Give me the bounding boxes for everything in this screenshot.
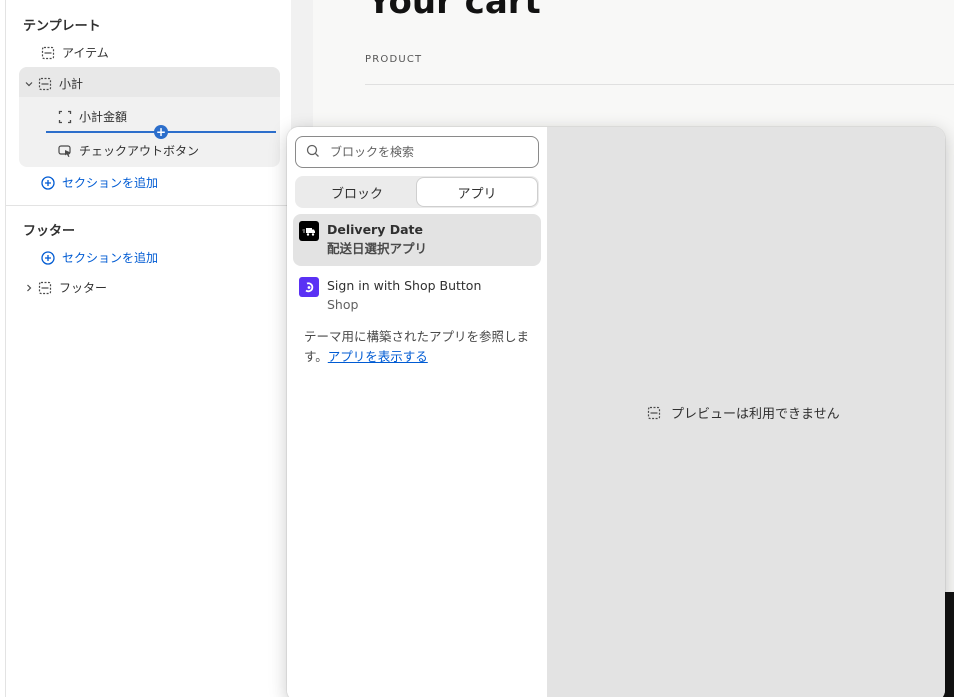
tab-apps[interactable]: アプリ: [417, 178, 537, 206]
chevron-right-icon[interactable]: [24, 281, 34, 295]
add-section-label: セクションを追加: [62, 251, 159, 265]
add-block-popover: ブロック アプリ Delivery Date 配送日選択アプリ Sign in …: [287, 127, 945, 697]
sidebar-item-checkout-button[interactable]: チェックアウトボタン: [58, 142, 199, 159]
block-frame-icon: [58, 110, 72, 124]
sidebar: テンプレート アイテム 小計 小計金額 + チェックアウトボタン セクションを追…: [5, 0, 292, 697]
insert-plus-icon[interactable]: +: [154, 125, 168, 139]
section-block-icon: [41, 46, 55, 60]
sidebar-item-subtotal-amount[interactable]: 小計金額: [58, 108, 127, 125]
app-name: Sign in with Shop Button: [327, 278, 482, 293]
button-cursor-icon: [58, 144, 72, 158]
preview-unavailable-text: プレビューは利用できません: [671, 407, 840, 422]
block-picker-panel: ブロック アプリ Delivery Date 配送日選択アプリ Sign in …: [287, 127, 547, 697]
add-section-button[interactable]: セクションを追加: [41, 174, 158, 191]
template-section-title: テンプレート: [23, 19, 101, 34]
block-preview-panel: プレビューは利用できません: [547, 127, 945, 697]
plus-circle-icon: [41, 175, 55, 190]
sidebar-item-label: 小計: [59, 77, 84, 91]
view-apps-link[interactable]: アプリを表示する: [328, 349, 428, 364]
section-block-icon: [647, 406, 661, 420]
app-item-delivery-date[interactable]: Delivery Date 配送日選択アプリ: [293, 214, 541, 266]
app-name: Delivery Date: [327, 222, 423, 237]
add-section-label: セクションを追加: [62, 176, 159, 190]
search-icon: [306, 143, 320, 162]
browse-apps-text: テーマ用に構築されたアプリを参照します。アプリを表示する: [304, 327, 536, 367]
sidebar-item-label: アイテム: [62, 46, 109, 60]
section-block-icon: [38, 281, 52, 295]
shop-icon: [299, 277, 319, 297]
product-column-header: PRODUCT: [365, 54, 423, 65]
app-subtitle: Shop: [327, 297, 359, 312]
tab-blocks[interactable]: ブロック: [297, 178, 417, 206]
picker-tabs: ブロック アプリ: [295, 176, 539, 208]
plus-circle-icon: [41, 250, 55, 265]
app-subtitle: 配送日選択アプリ: [327, 241, 428, 256]
sidebar-item-label: 小計金額: [79, 110, 128, 124]
sidebar-item-label: フッター: [59, 281, 108, 295]
block-search-input[interactable]: [330, 145, 520, 159]
cart-divider: [365, 84, 954, 85]
footer-section-title: フッター: [23, 224, 76, 239]
cart-title: Your cart: [367, 0, 541, 22]
section-block-icon: [38, 77, 52, 91]
sidebar-item-label: チェックアウトボタン: [79, 144, 200, 158]
app-item-shop-button[interactable]: Sign in with Shop Button Shop: [293, 270, 541, 322]
block-search-box[interactable]: [295, 136, 539, 168]
delivery-truck-icon: [299, 221, 319, 241]
chevron-down-icon[interactable]: [24, 77, 34, 91]
footer-add-section-button[interactable]: セクションを追加: [41, 249, 158, 266]
sidebar-item-items[interactable]: アイテム: [41, 44, 109, 61]
sidebar-divider: [6, 205, 292, 206]
preview-unavailable: プレビューは利用できません: [647, 403, 840, 422]
sidebar-item-footer[interactable]: フッター: [24, 279, 107, 296]
sidebar-item-subtotal[interactable]: 小計: [24, 75, 83, 92]
